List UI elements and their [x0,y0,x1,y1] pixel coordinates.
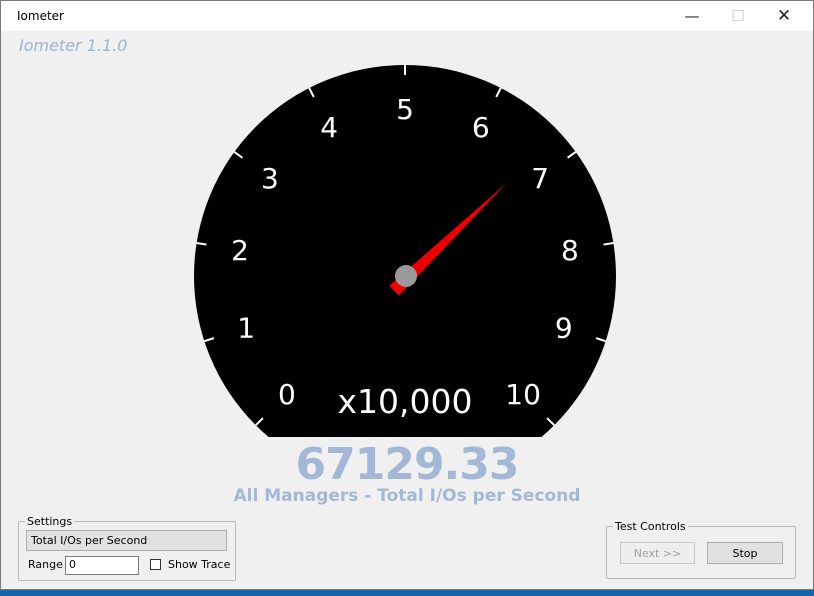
speedometer-gauge: 01 2 3 4 5 6 7 8 9 10 x10,000 [194,65,616,437]
gauge-tick-label-1: 1 [237,312,255,345]
show-trace-label[interactable]: Show Trace [168,558,230,571]
gauge-tick-label-5: 5 [396,93,414,126]
test-controls-legend: Test Controls [615,520,686,533]
readout-value: 67129.33 [295,439,519,490]
gauge-tick-label-10: 10 [505,378,541,411]
readout-caption: All Managers - Total I/Os per Second [233,486,581,506]
next-button[interactable]: Next >> [620,542,695,564]
range-label: Range [28,558,63,571]
range-input[interactable]: 0 [65,556,139,575]
settings-legend: Settings [27,515,73,528]
gauge-multiplier-label: x10,000 [338,382,473,421]
show-trace-checkbox[interactable] [150,559,161,570]
iometer-window: Iometer — ☐ ✕ Iometer 1.1.0 0 1 2 3 4 5 6 7 8 9 10… [0,0,814,590]
gauge-tick-label-3: 3 [261,162,279,195]
next-button-label: Next >> [633,546,682,560]
gauge-tick-label-8: 8 [561,234,579,267]
stop-button[interactable]: Stop [707,542,783,564]
gauge-tick-label-6: 6 [472,111,490,144]
gauge-hub [395,265,417,287]
gauge-tick-label-9: 9 [555,312,573,345]
gauge-tick-label-7: 7 [531,162,549,195]
metric-select-button[interactable]: Total I/Os per Second [26,530,227,551]
gauge-tick-label-2: 2 [231,234,249,267]
stop-button-label: Stop [732,546,758,560]
metric-select-label: Total I/Os per Second [31,534,148,547]
gauge-tick-label-4: 4 [320,111,338,144]
gauge-tick-label-0: 0 [278,378,296,411]
